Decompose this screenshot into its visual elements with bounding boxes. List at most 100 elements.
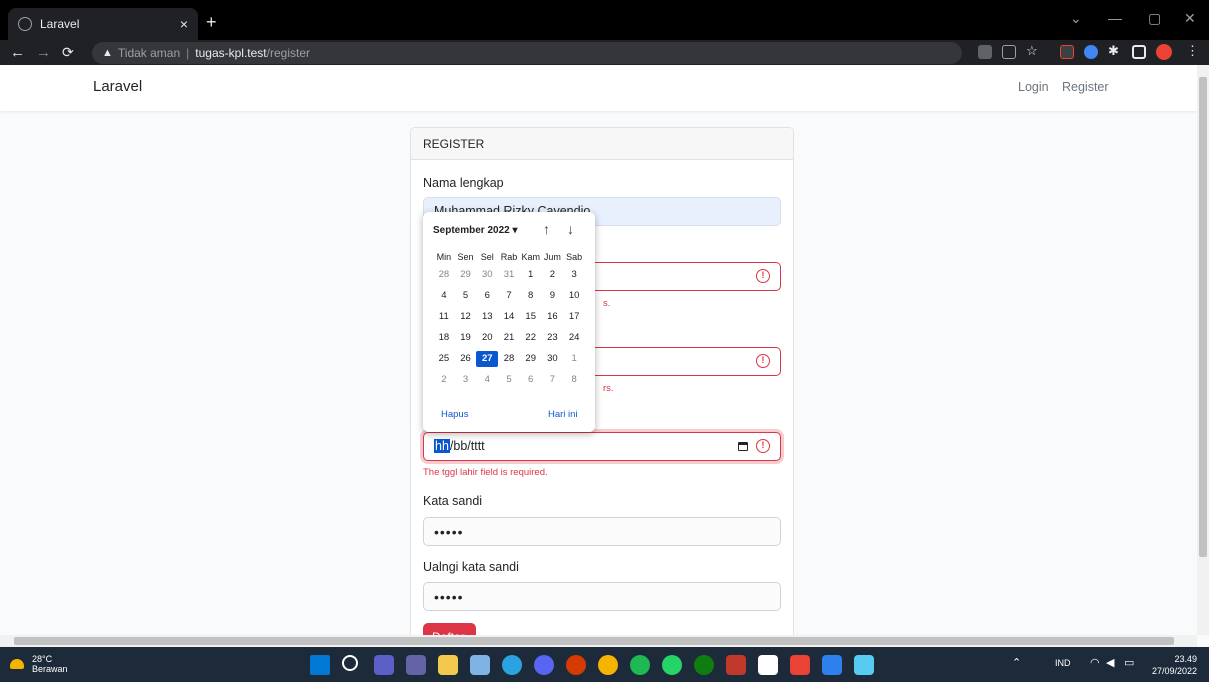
- calendar-day[interactable]: 18: [433, 330, 455, 346]
- calendar-day[interactable]: 3: [455, 372, 477, 388]
- extension-icon[interactable]: [1084, 45, 1098, 59]
- navbar-brand[interactable]: Laravel: [93, 78, 142, 95]
- battery-icon[interactable]: ▭: [1124, 656, 1134, 669]
- side-panel-icon[interactable]: [1132, 45, 1146, 59]
- translate-icon[interactable]: [978, 45, 992, 59]
- office-icon[interactable]: [566, 655, 586, 675]
- windows-start-icon[interactable]: [310, 655, 330, 675]
- previous-month-icon[interactable]: ↑: [543, 221, 550, 237]
- calendar-day[interactable]: 24: [563, 330, 585, 346]
- calendar-day[interactable]: 12: [455, 309, 477, 325]
- calendar-day[interactable]: 5: [455, 288, 477, 304]
- extensions-puzzle-icon[interactable]: ✱: [1108, 43, 1122, 58]
- calendar-day[interactable]: 7: [498, 288, 520, 304]
- calendar-day[interactable]: 26: [455, 351, 477, 367]
- calendar-day[interactable]: 15: [520, 309, 542, 325]
- telegram-icon[interactable]: [502, 655, 522, 675]
- month-year-dropdown[interactable]: September 2022 ▾: [433, 225, 518, 236]
- app-icon[interactable]: [726, 655, 746, 675]
- browser-tab[interactable]: Laravel ×: [8, 8, 198, 40]
- address-bar[interactable]: ▲ Tidak aman | tugas-kpl.test /register: [92, 42, 962, 64]
- bookmark-star-icon[interactable]: ☆: [1026, 43, 1040, 58]
- calendar-day[interactable]: 22: [520, 330, 542, 346]
- security-label[interactable]: Tidak aman: [118, 46, 180, 60]
- next-month-icon[interactable]: ↓: [567, 221, 574, 237]
- chat-icon[interactable]: [406, 655, 426, 675]
- calendar-day[interactable]: 4: [433, 288, 455, 304]
- whatsapp-icon[interactable]: [662, 655, 682, 675]
- maximize-icon[interactable]: ▢: [1148, 10, 1161, 27]
- back-icon[interactable]: ←: [10, 44, 25, 61]
- date-day-segment[interactable]: hh: [434, 439, 450, 453]
- minimize-icon[interactable]: —: [1108, 10, 1122, 26]
- spotify-icon[interactable]: [630, 655, 650, 675]
- calendar-day[interactable]: 4: [476, 372, 498, 388]
- photos-icon[interactable]: [854, 655, 874, 675]
- login-link[interactable]: Login: [1018, 80, 1049, 94]
- calendar-day[interactable]: 1: [520, 267, 542, 283]
- close-window-icon[interactable]: ✕: [1184, 10, 1196, 27]
- calendar-day[interactable]: 17: [563, 309, 585, 325]
- tab-search-icon[interactable]: ⌄: [1070, 10, 1082, 27]
- register-link[interactable]: Register: [1062, 80, 1109, 94]
- chrome-icon[interactable]: [598, 655, 618, 675]
- calendar-day[interactable]: 10: [563, 288, 585, 304]
- calendar-day[interactable]: 28: [433, 267, 455, 283]
- profile-avatar[interactable]: [1156, 44, 1172, 60]
- calendar-day[interactable]: 2: [542, 267, 564, 283]
- vscode-icon[interactable]: [822, 655, 842, 675]
- calendar-day[interactable]: 19: [455, 330, 477, 346]
- calendar-day[interactable]: 8: [563, 372, 585, 388]
- volume-icon[interactable]: ◀: [1106, 656, 1114, 669]
- discord-icon[interactable]: [534, 655, 554, 675]
- calendar-day-selected[interactable]: 27: [476, 351, 499, 367]
- calendar-day[interactable]: 23: [542, 330, 564, 346]
- calendar-day[interactable]: 29: [455, 267, 477, 283]
- extension-icon[interactable]: [1060, 45, 1074, 59]
- calendar-day[interactable]: 28: [498, 351, 520, 367]
- task-view-icon[interactable]: [374, 655, 394, 675]
- calendar-day[interactable]: 31: [498, 267, 520, 283]
- calendar-day[interactable]: 9: [542, 288, 564, 304]
- menu-kebab-icon[interactable]: ⋮: [1186, 43, 1200, 58]
- calendar-day[interactable]: 7: [542, 372, 564, 388]
- calendar-day[interactable]: 6: [476, 288, 498, 304]
- language-indicator[interactable]: IND: [1055, 658, 1071, 668]
- close-tab-icon[interactable]: ×: [180, 16, 188, 32]
- calendar-day[interactable]: 21: [498, 330, 520, 346]
- calculator-icon[interactable]: [470, 655, 490, 675]
- new-tab-button[interactable]: +: [206, 12, 217, 33]
- calendar-day[interactable]: 8: [520, 288, 542, 304]
- search-icon[interactable]: [342, 655, 358, 671]
- tggl-lahir-input[interactable]: hh/bb/tttt !: [423, 432, 781, 461]
- scroll-thumb[interactable]: [1199, 77, 1207, 557]
- share-icon[interactable]: [1002, 45, 1016, 59]
- forward-icon[interactable]: →: [36, 44, 51, 61]
- password-input[interactable]: •••••: [423, 517, 781, 546]
- xbox-icon[interactable]: [694, 655, 714, 675]
- system-clock[interactable]: 23.49 27/09/2022: [1152, 653, 1197, 677]
- wifi-icon[interactable]: ◠: [1090, 656, 1100, 669]
- calendar-day[interactable]: 20: [476, 330, 498, 346]
- calendar-day[interactable]: 2: [433, 372, 455, 388]
- calendar-icon[interactable]: [738, 442, 748, 451]
- tray-chevron-icon[interactable]: ⌃: [1012, 656, 1021, 669]
- weather-widget[interactable]: 28°C Berawan: [10, 654, 68, 674]
- calendar-day[interactable]: 25: [433, 351, 455, 367]
- chrome-canary-icon[interactable]: [790, 655, 810, 675]
- calendar-day[interactable]: 29: [520, 351, 542, 367]
- calendar-day[interactable]: 11: [433, 309, 455, 325]
- calendar-day[interactable]: 3: [563, 267, 585, 283]
- scroll-thumb[interactable]: [14, 637, 1174, 645]
- submit-button[interactable]: Daftar: [423, 623, 476, 635]
- calendar-day[interactable]: 30: [476, 267, 498, 283]
- horizontal-scrollbar[interactable]: [0, 635, 1197, 647]
- vertical-scrollbar[interactable]: [1197, 65, 1209, 635]
- calendar-day[interactable]: 30: [542, 351, 564, 367]
- calendar-day[interactable]: 14: [498, 309, 520, 325]
- today-button[interactable]: Hari ini: [548, 409, 578, 420]
- confirm-password-input[interactable]: •••••: [423, 582, 781, 611]
- calendar-day[interactable]: 13: [476, 309, 498, 325]
- calendar-day[interactable]: 5: [498, 372, 520, 388]
- notion-icon[interactable]: [758, 655, 778, 675]
